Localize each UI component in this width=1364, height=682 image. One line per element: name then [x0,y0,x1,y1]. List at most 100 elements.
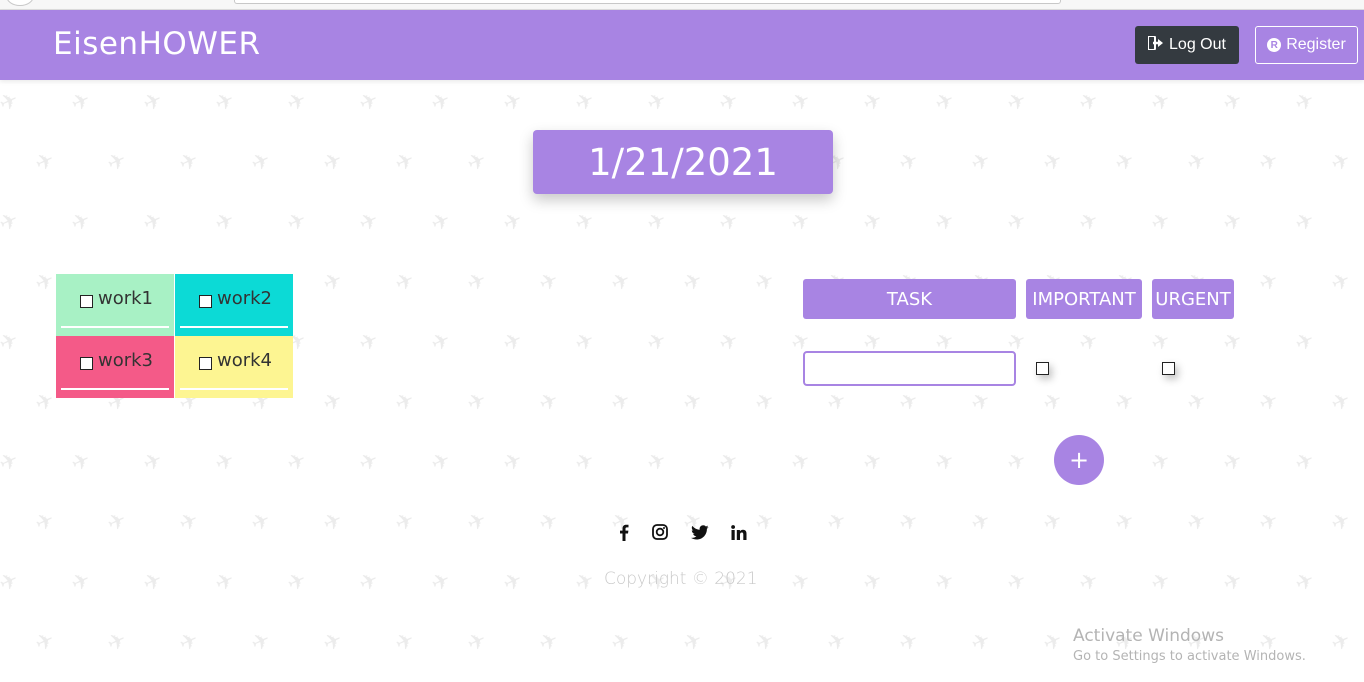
bird-pattern-icon: ✈ [1291,447,1319,478]
bird-pattern-icon: ✈ [967,627,995,658]
bird-pattern-icon: ✈ [859,447,887,478]
bird-pattern-icon: ✈ [1003,207,1031,238]
sign-out-icon [1147,34,1164,55]
bird-pattern-icon: ✈ [103,147,131,178]
bird-pattern-icon: ✈ [103,507,131,538]
bird-pattern-icon: ✈ [643,87,671,118]
bird-pattern-icon: ✈ [1111,387,1139,418]
bird-pattern-icon: ✈ [931,207,959,238]
bird-pattern-icon: ✈ [1291,327,1319,358]
bird-pattern-icon: ✈ [823,387,851,418]
quadrant-4-checkbox[interactable] [199,357,212,370]
bird-pattern-icon: ✈ [1183,147,1211,178]
bird-pattern-icon: ✈ [787,207,815,238]
quadrant-divider [61,388,169,390]
bird-pattern-icon: ✈ [319,147,347,178]
task-header: TASK [803,279,1016,319]
instagram-icon[interactable] [650,522,670,542]
bird-pattern-icon: ✈ [1147,567,1175,598]
bird-pattern-icon: ✈ [1327,507,1355,538]
bird-pattern-icon: ✈ [427,327,455,358]
bird-pattern-icon: ✈ [1255,267,1283,298]
urgent-checkbox[interactable] [1162,362,1175,375]
logout-button[interactable]: Log Out [1135,26,1239,64]
bird-pattern-icon: ✈ [1039,507,1067,538]
bird-pattern-icon: ✈ [391,627,419,658]
bird-pattern-icon: ✈ [1327,147,1355,178]
bird-pattern-icon: ✈ [1219,327,1247,358]
bird-pattern-icon: ✈ [1003,87,1031,118]
activate-title: Activate Windows [1073,626,1224,646]
quadrant-3-checkbox[interactable] [80,357,93,370]
facebook-icon[interactable] [614,522,634,542]
bird-pattern-icon: ✈ [247,147,275,178]
quadrant-4-label: work4 [217,350,273,371]
bird-pattern-icon: ✈ [31,507,59,538]
bird-pattern-icon: ✈ [571,327,599,358]
bird-pattern-icon: ✈ [211,87,239,118]
bird-pattern-icon: ✈ [1291,87,1319,118]
bird-pattern-icon: ✈ [751,267,779,298]
bird-pattern-icon: ✈ [247,627,275,658]
bird-pattern-icon: ✈ [427,567,455,598]
bird-pattern-icon: ✈ [0,327,23,358]
bird-pattern-icon: ✈ [1147,207,1175,238]
bird-pattern-icon: ✈ [859,87,887,118]
bird-pattern-icon: ✈ [571,567,599,598]
bird-pattern-icon: ✈ [391,387,419,418]
bird-pattern-icon: ✈ [751,387,779,418]
browser-address-bar[interactable] [234,0,1061,4]
bird-pattern-icon: ✈ [0,567,23,598]
bird-pattern-icon: ✈ [175,507,203,538]
bird-pattern-icon: ✈ [1255,507,1283,538]
bird-pattern-icon: ✈ [319,387,347,418]
copyright-text: Copyright © 2021 [604,569,758,589]
bird-pattern-icon: ✈ [499,447,527,478]
bird-pattern-icon: ✈ [139,207,167,238]
linkedin-icon[interactable] [729,522,749,542]
quadrant-4: work4 [175,336,293,398]
bird-pattern-icon: ✈ [211,567,239,598]
bird-pattern-icon: ✈ [1147,447,1175,478]
bird-pattern-icon: ✈ [355,447,383,478]
quadrant-1-label: work1 [98,288,154,309]
important-checkbox[interactable] [1036,362,1049,375]
add-task-button[interactable]: + [1054,435,1104,485]
bird-pattern-icon: ✈ [787,567,815,598]
bird-pattern-icon: ✈ [31,627,59,658]
bird-pattern-icon: ✈ [391,267,419,298]
bird-pattern-icon: ✈ [1039,147,1067,178]
bird-pattern-icon: ✈ [1111,147,1139,178]
task-input[interactable] [803,351,1016,386]
bird-pattern-icon: ✈ [0,207,23,238]
quadrant-3: work3 [56,336,174,398]
bird-pattern-icon: ✈ [175,627,203,658]
bird-pattern-icon: ✈ [1003,567,1031,598]
bird-pattern-icon: ✈ [643,207,671,238]
bird-pattern-icon: ✈ [571,207,599,238]
bird-pattern-icon: ✈ [607,387,635,418]
twitter-icon[interactable] [690,522,710,542]
register-button[interactable]: R Register [1255,26,1358,64]
bird-pattern-icon: ✈ [895,627,923,658]
bird-pattern-icon: ✈ [643,447,671,478]
bird-pattern-icon: ✈ [895,507,923,538]
quadrant-1: work1 [56,274,174,336]
quadrant-2-checkbox[interactable] [199,295,212,308]
quadrant-1-checkbox[interactable] [80,295,93,308]
browser-back-button[interactable] [6,0,34,6]
bird-pattern-icon: ✈ [319,627,347,658]
bird-pattern-icon: ✈ [859,207,887,238]
urgent-header: URGENT [1152,279,1234,319]
brand-logo[interactable]: EisenHOWER [53,26,261,62]
bird-pattern-icon: ✈ [967,147,995,178]
bird-pattern-icon: ✈ [1255,147,1283,178]
bird-pattern-icon: ✈ [499,87,527,118]
bird-pattern-icon: ✈ [931,87,959,118]
bird-pattern-icon: ✈ [1183,507,1211,538]
bird-pattern-icon: ✈ [1327,267,1355,298]
quadrant-3-label: work3 [98,350,154,371]
bird-pattern-icon: ✈ [931,567,959,598]
bird-pattern-icon: ✈ [715,207,743,238]
bird-pattern-icon: ✈ [283,567,311,598]
